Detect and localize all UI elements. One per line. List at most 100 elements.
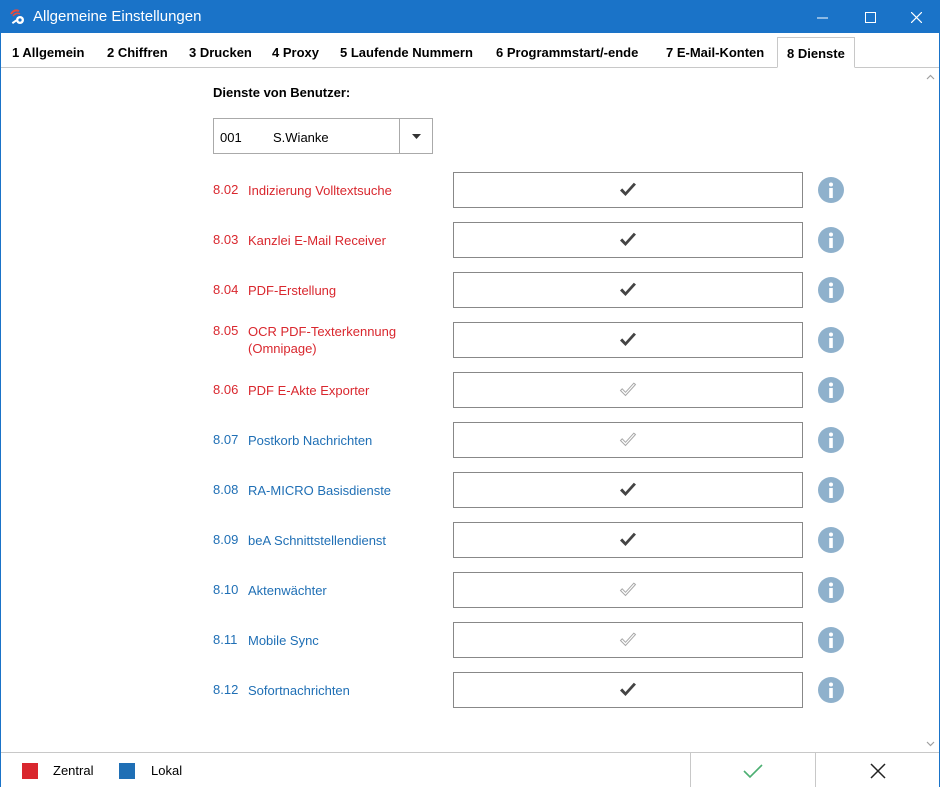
legend-label-zentral: Zentral xyxy=(53,763,94,778)
service-row: 8.11 Mobile Sync xyxy=(1,622,901,658)
service-label: Postkorb Nachrichten xyxy=(248,433,373,448)
title-bar[interactable]: Allgemeine Einstellungen xyxy=(1,1,939,33)
checkmark-outline-icon xyxy=(619,382,637,397)
service-toggle[interactable] xyxy=(453,422,803,458)
service-code: 8.03 xyxy=(213,232,239,247)
checkmark-icon xyxy=(620,332,636,346)
maximize-button[interactable] xyxy=(847,1,893,33)
service-label: Sofortnachrichten xyxy=(248,683,350,698)
service-label: PDF E-Akte Exporter xyxy=(248,383,370,398)
info-icon[interactable] xyxy=(818,577,844,603)
tab-bar: 1 Allgemein 2 Chiffren 3 Drucken 4 Proxy… xyxy=(1,37,939,68)
service-toggle[interactable] xyxy=(453,222,803,258)
service-toggle[interactable] xyxy=(453,372,803,408)
info-icon[interactable] xyxy=(818,277,844,303)
checkmark-icon xyxy=(743,763,763,778)
maximize-icon xyxy=(864,11,876,23)
scroll-up-icon[interactable] xyxy=(926,73,935,82)
service-toggle[interactable] xyxy=(453,172,803,208)
checkmark-icon xyxy=(620,482,636,496)
info-icon[interactable] xyxy=(818,377,844,403)
service-row: 8.09 beA Schnittstellendienst xyxy=(1,522,901,558)
settings-wrench-icon xyxy=(10,9,24,24)
minimize-button[interactable] xyxy=(799,1,845,33)
service-code: 8.09 xyxy=(213,532,239,547)
service-label: PDF-Erstellung xyxy=(248,283,337,298)
tab-proxy[interactable]: 4 Proxy xyxy=(272,37,319,68)
service-row: 8.07 Postkorb Nachrichten xyxy=(1,422,901,458)
vertical-scrollbar[interactable] xyxy=(922,69,939,752)
ok-button[interactable] xyxy=(690,753,815,787)
service-row: 8.04 PDF-Erstellung xyxy=(1,272,901,308)
service-toggle[interactable] xyxy=(453,622,803,658)
user-select[interactable]: 001 S.Wianke xyxy=(213,118,433,154)
user-name: S.Wianke xyxy=(273,130,329,145)
service-toggle[interactable] xyxy=(453,522,803,558)
scroll-down-icon[interactable] xyxy=(926,739,935,748)
tab-dienste[interactable]: 8 Dienste xyxy=(777,37,855,68)
checkmark-icon xyxy=(620,532,636,546)
close-icon xyxy=(910,11,922,23)
user-dropdown-button[interactable] xyxy=(399,119,432,153)
tab-email-konten[interactable]: 7 E-Mail-Konten xyxy=(666,37,764,68)
service-label: OCR PDF-Texterkennung (Omnipage) xyxy=(248,324,397,356)
close-button[interactable] xyxy=(893,1,939,33)
service-toggle[interactable] xyxy=(453,272,803,308)
minimize-icon xyxy=(816,17,828,18)
chevron-down-icon xyxy=(411,133,421,139)
legend-label-lokal: Lokal xyxy=(151,763,183,778)
info-icon[interactable] xyxy=(818,677,844,703)
checkmark-icon xyxy=(620,232,636,246)
section-label: Dienste von Benutzer: xyxy=(213,85,351,100)
service-row: 8.06 PDF E-Akte Exporter xyxy=(1,372,901,408)
service-label: RA-MICRO Basisdienste xyxy=(248,483,392,498)
checkmark-outline-icon xyxy=(619,632,637,647)
checkmark-icon xyxy=(620,282,636,296)
service-row: 8.05 OCR PDF-Texterkennung (Omnipage) xyxy=(1,322,901,358)
tab-programmstart-ende[interactable]: 6 Programmstart/-ende xyxy=(496,37,638,68)
info-icon[interactable] xyxy=(818,477,844,503)
tab-allgemein[interactable]: 1 Allgemein xyxy=(12,37,84,68)
info-icon[interactable] xyxy=(818,327,844,353)
service-code: 8.02 xyxy=(213,182,239,197)
tab-drucken[interactable]: 3 Drucken xyxy=(189,37,252,68)
info-icon[interactable] xyxy=(818,527,844,553)
service-code: 8.11 xyxy=(213,632,238,647)
info-icon[interactable] xyxy=(818,227,844,253)
info-icon[interactable] xyxy=(818,427,844,453)
checkmark-outline-icon xyxy=(619,432,637,447)
close-icon xyxy=(869,762,886,779)
cancel-button[interactable] xyxy=(815,753,939,787)
service-label: beA Schnittstellendienst xyxy=(248,533,387,548)
dienste-panel: Dienste von Benutzer: 001 S.Wianke 8.02 I… xyxy=(1,69,939,752)
service-row: 8.08 RA-MICRO Basisdienste xyxy=(1,472,901,508)
service-label: Aktenwächter xyxy=(248,583,327,598)
service-toggle[interactable] xyxy=(453,472,803,508)
tab-chiffren[interactable]: 2 Chiffren xyxy=(107,37,168,68)
service-label: Mobile Sync xyxy=(248,633,319,648)
service-row: 8.10 Aktenwächter xyxy=(1,572,901,608)
service-code: 8.05 xyxy=(213,323,239,338)
service-label: Indizierung Volltextsuche xyxy=(248,183,392,198)
window-title: Allgemeine Einstellungen xyxy=(33,8,202,25)
service-toggle[interactable] xyxy=(453,672,803,708)
service-code: 8.08 xyxy=(213,482,239,497)
legend-swatch-lokal xyxy=(119,763,135,779)
footer-bar: Zentral Lokal xyxy=(1,752,939,787)
legend-swatch-zentral xyxy=(22,763,38,779)
service-code: 8.04 xyxy=(213,282,239,297)
info-icon[interactable] xyxy=(818,177,844,203)
service-toggle[interactable] xyxy=(453,572,803,608)
service-label: Kanzlei E-Mail Receiver xyxy=(248,233,386,248)
service-toggle[interactable] xyxy=(453,322,803,358)
checkmark-outline-icon xyxy=(619,582,637,597)
service-code: 8.06 xyxy=(213,382,239,397)
info-icon[interactable] xyxy=(818,627,844,653)
service-row: 8.03 Kanzlei E-Mail Receiver xyxy=(1,222,901,258)
checkmark-icon xyxy=(620,182,636,196)
tab-laufende-nummern[interactable]: 5 Laufende Nummern xyxy=(340,37,473,68)
checkmark-icon xyxy=(620,682,636,696)
service-code: 8.10 xyxy=(213,582,239,597)
service-code: 8.12 xyxy=(213,682,239,697)
user-number: 001 xyxy=(220,130,242,145)
